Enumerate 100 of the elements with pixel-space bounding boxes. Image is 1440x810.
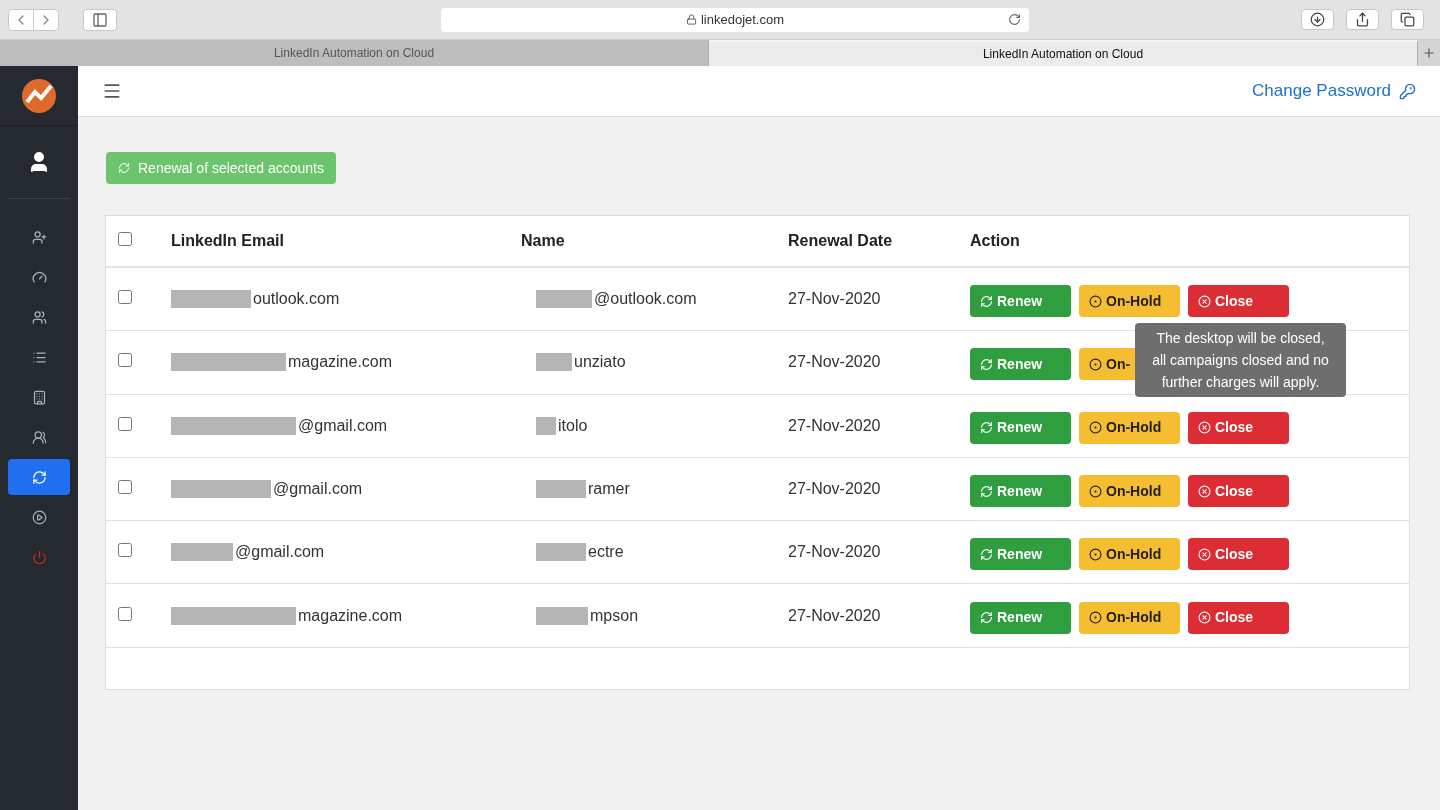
select-all-checkbox[interactable] — [118, 232, 132, 246]
radio-icon — [1089, 484, 1102, 498]
reload-icon — [1008, 13, 1021, 26]
refresh-icon — [980, 357, 993, 371]
close-circle-icon — [1198, 421, 1211, 435]
redaction-block — [536, 416, 556, 435]
renew-button[interactable]: Renew — [970, 411, 1071, 444]
table-cell-text: outlook.com — [253, 289, 340, 310]
row-checkbox[interactable] — [118, 480, 132, 495]
key-icon — [1399, 82, 1416, 100]
plus-icon — [1422, 46, 1436, 60]
column-header: LinkedIn Email — [171, 232, 284, 249]
row-checkbox[interactable] — [118, 606, 132, 621]
table-cell: 27-Nov-2020 — [788, 290, 881, 308]
change-password-link[interactable]: Change Password — [1252, 78, 1416, 104]
browser-tab[interactable]: LinkedIn Automation on Cloud — [709, 40, 1418, 66]
group-icon — [31, 429, 47, 445]
table-cell: 27-Nov-2020 — [788, 480, 881, 498]
table-cell-text: unziato — [574, 352, 626, 373]
close-circle-icon — [1198, 547, 1211, 561]
users-icon — [31, 309, 47, 325]
table-cell: 27-Nov-2020 — [788, 416, 881, 434]
list-icon — [31, 349, 47, 365]
table-cell: 27-Nov-2020 — [788, 353, 881, 371]
sidebar-toggle-button[interactable] — [83, 8, 117, 31]
sidebar-item[interactable] — [8, 459, 70, 495]
refresh-icon — [118, 162, 130, 174]
address-bar[interactable]: linkedojet.com — [441, 7, 1029, 32]
renew-button[interactable]: Renew — [970, 348, 1071, 381]
play-icon — [31, 509, 47, 525]
on-hold-button[interactable]: On-Hold — [1079, 601, 1180, 634]
renew-button[interactable]: Renew — [970, 285, 1071, 318]
gauge-icon — [31, 269, 47, 285]
close-button[interactable]: Close — [1188, 601, 1289, 634]
redaction-block — [536, 606, 588, 625]
table-cell: 27-Nov-2020 — [788, 543, 881, 561]
on-hold-button[interactable]: On-Hold — [1079, 285, 1180, 318]
refresh-icon — [980, 294, 993, 308]
redaction-block — [536, 543, 586, 562]
radio-icon — [1089, 611, 1102, 625]
new-tab-button[interactable] — [1418, 40, 1440, 66]
table-cell-text: @outlook.com — [594, 289, 697, 310]
share-icon — [1355, 12, 1370, 27]
table-cell-text: magazine.com — [288, 352, 393, 373]
table-cell-text: magazine.com — [298, 605, 403, 626]
tabs-button[interactable] — [1391, 9, 1424, 30]
on-hold-button[interactable]: On-Hold — [1079, 538, 1180, 571]
renew-button[interactable]: Renew — [970, 475, 1071, 508]
table-cell-text: @gmail.com — [298, 415, 388, 436]
refresh-icon — [980, 611, 993, 625]
redaction-block — [536, 480, 586, 499]
radio-icon — [1089, 547, 1102, 561]
refresh-icon — [31, 469, 47, 485]
table-cell-text: @gmail.com — [235, 542, 325, 563]
row-checkbox[interactable] — [118, 290, 132, 305]
column-header: Action — [970, 232, 1020, 249]
close-button[interactable]: Close — [1188, 285, 1289, 318]
tabs-icon — [1400, 12, 1415, 27]
close-circle-icon — [1198, 294, 1211, 308]
power-icon — [31, 549, 47, 565]
refresh-icon — [980, 484, 993, 498]
refresh-icon — [980, 547, 993, 561]
table-cell-text: mpson — [590, 605, 639, 626]
share-button[interactable] — [1346, 9, 1379, 30]
column-header: Name — [521, 232, 565, 249]
column-header: Renewal Date — [788, 232, 893, 249]
table-cell-text: ectre — [588, 542, 624, 563]
refresh-icon — [980, 421, 993, 435]
renew-button[interactable]: Renew — [970, 601, 1071, 634]
close-button[interactable]: Close — [1188, 411, 1289, 444]
redaction-block — [536, 353, 572, 372]
lock-icon — [685, 14, 697, 25]
logo-icon — [21, 77, 57, 114]
building-icon — [31, 389, 47, 405]
on-hold-button[interactable]: On-Hold — [1079, 411, 1180, 444]
browser-tab[interactable]: LinkedIn Automation on Cloud — [0, 40, 709, 66]
download-icon — [1310, 12, 1325, 27]
table-cell: 27-Nov-2020 — [788, 606, 881, 624]
sidebar-icon — [92, 11, 108, 28]
radio-icon — [1089, 421, 1102, 435]
row-checkbox[interactable] — [118, 416, 132, 431]
redaction-block — [536, 290, 592, 309]
table-cell-text: @gmail.com — [273, 479, 363, 500]
radio-icon — [1089, 294, 1102, 308]
close-button[interactable]: Close — [1188, 475, 1289, 508]
close-circle-icon — [1198, 484, 1211, 498]
add-user-icon — [31, 229, 47, 245]
menu-button[interactable] — [102, 81, 122, 101]
table-cell-text: itolo — [558, 415, 588, 436]
renew-button[interactable]: Renew — [970, 538, 1071, 571]
close-circle-icon — [1198, 611, 1211, 625]
radio-icon — [1089, 357, 1102, 371]
row-checkbox[interactable] — [118, 543, 132, 558]
row-checkbox[interactable] — [118, 353, 132, 368]
table-cell-text: ramer — [588, 479, 630, 500]
tooltip: The desktop will be closed, all campaigns closed and no further charges will apply. — [1135, 323, 1346, 397]
redaction-block — [171, 543, 233, 562]
download-button[interactable] — [1301, 9, 1334, 30]
close-button[interactable]: Close — [1188, 538, 1289, 571]
on-hold-button[interactable]: On-Hold — [1079, 475, 1180, 508]
